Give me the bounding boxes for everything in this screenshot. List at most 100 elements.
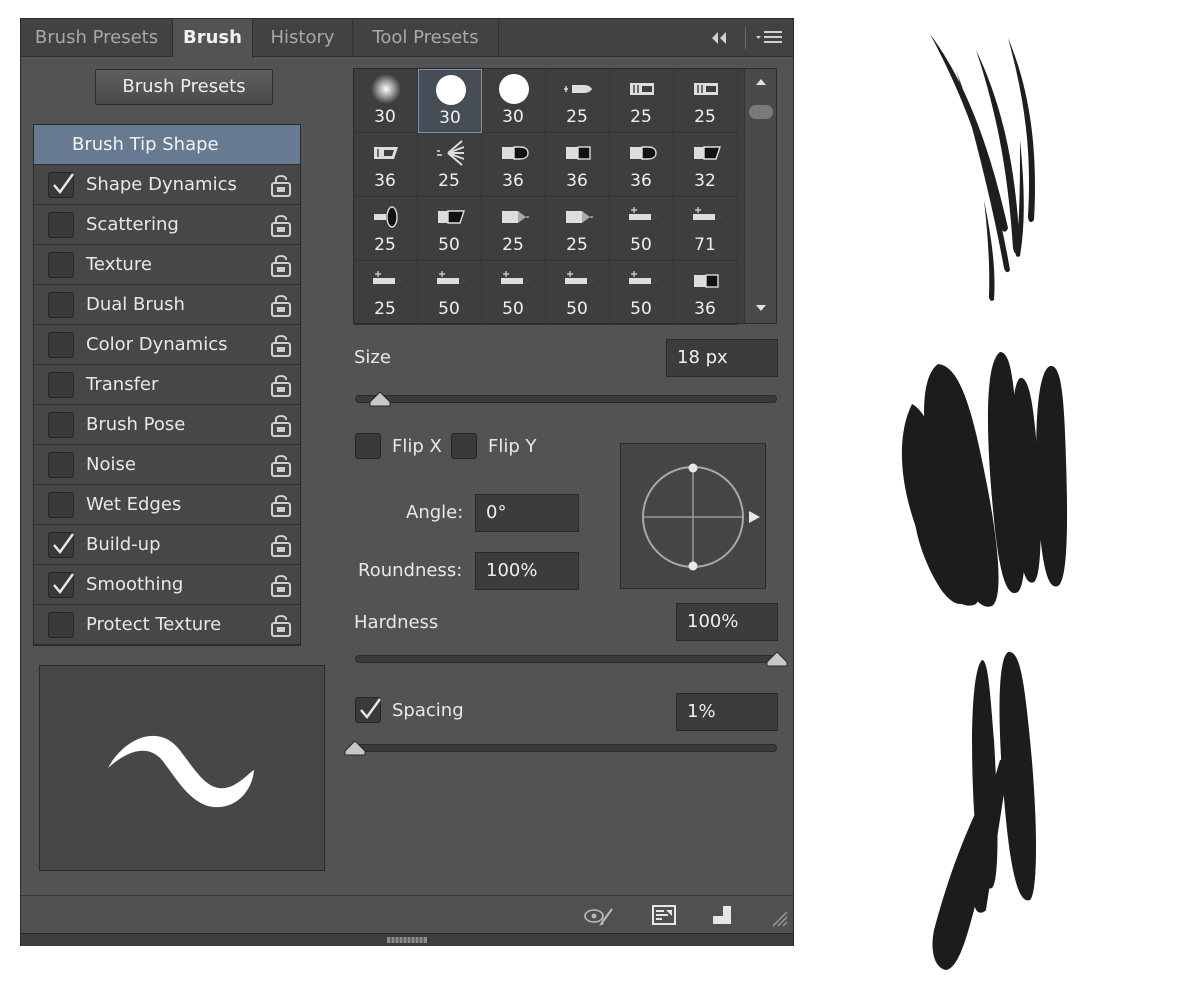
angle-field[interactable]: 0°: [475, 494, 579, 532]
flip-x-checkbox[interactable]: [355, 433, 381, 459]
resize-grip-icon[interactable]: [769, 908, 789, 928]
brush-tip-size: 30: [374, 107, 396, 127]
smoothing-checkbox[interactable]: [48, 572, 74, 598]
spacing-field[interactable]: 1%: [676, 693, 778, 731]
option-brush-tip-shape[interactable]: Brush Tip Shape: [34, 125, 300, 165]
tab-history[interactable]: History: [253, 19, 353, 57]
size-field[interactable]: 18 px: [666, 339, 778, 377]
option-dual-brush[interactable]: Dual Brush: [34, 285, 300, 325]
lock-icon[interactable]: [270, 252, 292, 278]
scroll-down-icon[interactable]: [755, 303, 767, 313]
panel-menu-icon[interactable]: [755, 28, 783, 48]
brush-tip-23[interactable]: 36: [674, 261, 738, 325]
lock-icon[interactable]: [270, 572, 292, 598]
brush-tip-size: 36: [566, 171, 588, 191]
brush-tip-9[interactable]: 36: [546, 133, 610, 197]
lock-icon[interactable]: [270, 172, 292, 198]
brush-tip-12[interactable]: 25: [354, 197, 418, 261]
brush-tip-11[interactable]: 32: [674, 133, 738, 197]
option-transfer[interactable]: Transfer: [34, 365, 300, 405]
lock-icon[interactable]: [270, 212, 292, 238]
brush-tip-13[interactable]: 50: [418, 197, 482, 261]
option-shape-dynamics[interactable]: Shape Dynamics: [34, 165, 300, 205]
brush-tip-22[interactable]: 50: [610, 261, 674, 325]
transfer-checkbox[interactable]: [48, 372, 74, 398]
brush-preview-eye-icon[interactable]: [583, 902, 615, 928]
scattering-checkbox[interactable]: [48, 212, 74, 238]
option-color-dynamics[interactable]: Color Dynamics: [34, 325, 300, 365]
lock-icon[interactable]: [270, 532, 292, 558]
option-scattering[interactable]: Scattering: [34, 205, 300, 245]
brush-tip-5[interactable]: 25: [674, 69, 738, 133]
bristle-brush-icon: [564, 85, 592, 93]
wet-edges-checkbox[interactable]: [48, 492, 74, 518]
brush-pose-checkbox[interactable]: [48, 412, 74, 438]
noise-checkbox[interactable]: [48, 452, 74, 478]
size-slider-thumb[interactable]: [369, 391, 391, 407]
lock-icon[interactable]: [270, 452, 292, 478]
protect-texture-checkbox[interactable]: [48, 612, 74, 638]
brush-tip-18[interactable]: 25: [354, 261, 418, 325]
dual-brush-checkbox[interactable]: [48, 292, 74, 318]
spacing-slider[interactable]: [355, 744, 777, 752]
brush-tip-19[interactable]: 50: [418, 261, 482, 325]
new-preset-icon[interactable]: [707, 902, 739, 928]
lock-icon[interactable]: [270, 372, 292, 398]
brush-tip-17[interactable]: 71: [674, 197, 738, 261]
lock-icon[interactable]: [270, 612, 292, 638]
option-protect-texture[interactable]: Protect Texture: [34, 605, 300, 645]
brush-tip-size: 50: [630, 299, 652, 319]
pencil-tip-icon: [373, 271, 401, 284]
brush-tip-16[interactable]: 50: [610, 197, 674, 261]
option-brush-pose[interactable]: Brush Pose: [34, 405, 300, 445]
roundness-field[interactable]: 100%: [475, 552, 579, 590]
brush-tip-14[interactable]: 25: [482, 197, 546, 261]
option-wet-edges[interactable]: Wet Edges: [34, 485, 300, 525]
brush-tip-size: 30: [439, 108, 461, 128]
brush-settings-icon[interactable]: [649, 902, 681, 928]
brush-presets-button[interactable]: Brush Presets: [95, 69, 273, 105]
brush-tip-4[interactable]: 25: [610, 69, 674, 133]
option-texture[interactable]: Texture: [34, 245, 300, 285]
lock-icon[interactable]: [270, 412, 292, 438]
angle-roundness-widget[interactable]: [620, 443, 766, 589]
hardness-slider[interactable]: [355, 655, 777, 663]
brush-tip-7[interactable]: 25: [418, 133, 482, 197]
brush-tip-8[interactable]: 36: [482, 133, 546, 197]
brush-tip-1[interactable]: 30: [418, 69, 482, 133]
shape-dynamics-checkbox[interactable]: [48, 172, 74, 198]
brush-tip-10[interactable]: 36: [610, 133, 674, 197]
brush-tip-6[interactable]: 36: [354, 133, 418, 197]
tip-grid-scrollbar[interactable]: [744, 69, 776, 323]
scroll-up-icon[interactable]: [755, 77, 767, 87]
option-noise[interactable]: Noise: [34, 445, 300, 485]
texture-checkbox[interactable]: [48, 252, 74, 278]
build-up-checkbox[interactable]: [48, 532, 74, 558]
option-build-up[interactable]: Build-up: [34, 525, 300, 565]
collapse-icon[interactable]: [709, 28, 729, 48]
spacing-slider-thumb[interactable]: [344, 740, 366, 756]
lock-icon[interactable]: [270, 332, 292, 358]
lock-icon[interactable]: [270, 492, 292, 518]
tab-tool-presets[interactable]: Tool Presets: [353, 19, 499, 57]
size-slider[interactable]: [355, 395, 777, 403]
scroll-thumb[interactable]: [749, 105, 773, 119]
spacing-checkbox[interactable]: [355, 697, 381, 723]
option-label: Protect Texture: [86, 614, 222, 635]
hardness-field[interactable]: 100%: [676, 603, 778, 641]
option-smoothing[interactable]: Smoothing: [34, 565, 300, 605]
brush-tip-15[interactable]: 25: [546, 197, 610, 261]
brush-tip-20[interactable]: 50: [482, 261, 546, 325]
brush-tip-0[interactable]: 30: [354, 69, 418, 133]
lock-icon[interactable]: [270, 292, 292, 318]
tab-brush-presets[interactable]: Brush Presets: [21, 19, 173, 57]
tab-brush[interactable]: Brush: [173, 19, 253, 58]
color-dynamics-checkbox[interactable]: [48, 332, 74, 358]
flip-y-checkbox[interactable]: [451, 433, 477, 459]
brush-tip-3[interactable]: 25: [546, 69, 610, 133]
panel-grip-icon[interactable]: [387, 937, 427, 943]
flat-bristle-icon: [630, 83, 654, 95]
hardness-slider-thumb[interactable]: [766, 651, 788, 667]
brush-tip-21[interactable]: 50: [546, 261, 610, 325]
brush-tip-2[interactable]: 30: [482, 69, 546, 133]
